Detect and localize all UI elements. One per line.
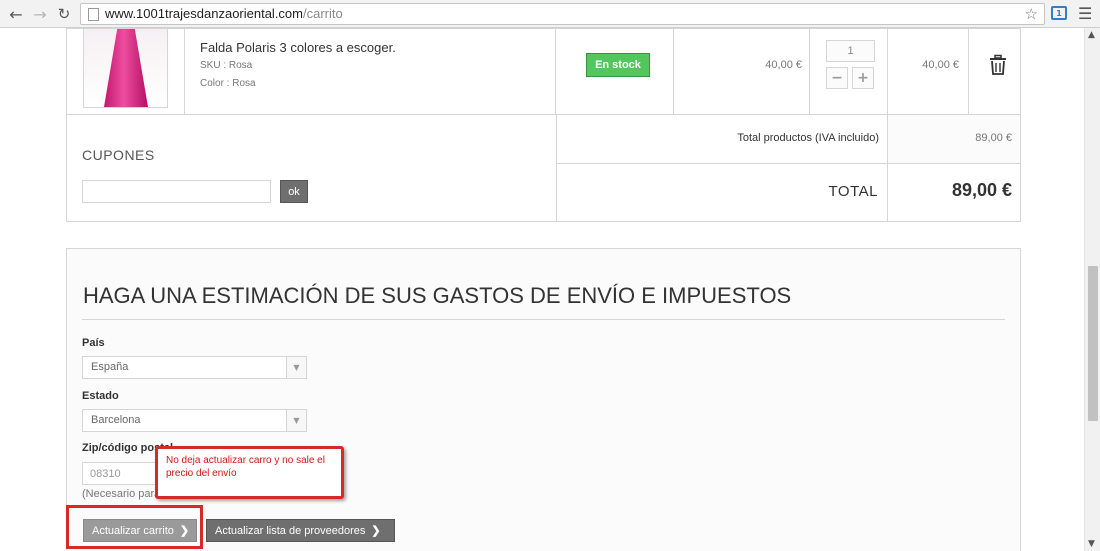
coupon-input[interactable] bbox=[82, 180, 271, 203]
page-icon bbox=[88, 8, 99, 21]
state-value: Barcelona bbox=[91, 414, 141, 426]
url-text[interactable]: www.1001trajesdanzaoriental.com/carrito bbox=[105, 6, 343, 21]
product-thumbnail[interactable] bbox=[83, 28, 168, 108]
coupon-ok-button[interactable]: ok bbox=[280, 180, 308, 203]
chevron-right-icon: ❯ bbox=[371, 525, 381, 537]
product-color: Color : Rosa bbox=[200, 78, 256, 89]
country-select[interactable]: España ▼ bbox=[82, 356, 307, 379]
stock-badge: En stock bbox=[586, 53, 650, 77]
chevron-right-icon: ❯ bbox=[179, 525, 190, 537]
scroll-down-icon[interactable]: ▼ bbox=[1088, 539, 1095, 549]
products-total-label: Total productos (IVA incluido) bbox=[737, 132, 879, 144]
unit-price: 40,00 € bbox=[765, 59, 802, 71]
zip-input[interactable] bbox=[82, 462, 162, 485]
total-label: TOTAL bbox=[828, 183, 878, 200]
star-icon[interactable]: ☆ bbox=[1025, 5, 1038, 23]
back-arrow-icon[interactable]: ← bbox=[6, 4, 26, 24]
scroll-up-icon[interactable]: ▲ bbox=[1088, 30, 1095, 40]
quantity-minus-button[interactable]: − bbox=[826, 67, 848, 89]
hamburger-menu-icon[interactable]: ☰ bbox=[1078, 4, 1092, 23]
annotation-callout: No deja actualizar carro y no sale el pr… bbox=[155, 446, 344, 499]
zip-note: (Necesario para bbox=[82, 488, 161, 500]
state-label: Estado bbox=[82, 390, 119, 402]
extension-badge: 1 bbox=[1056, 8, 1062, 18]
skirt-image bbox=[104, 29, 148, 107]
extension-icon[interactable]: 1 bbox=[1051, 6, 1067, 20]
shipping-estimate-title: HAGA UNA ESTIMACIÓN DE SUS GASTOS DE ENV… bbox=[83, 283, 792, 308]
reload-icon[interactable]: ↻ bbox=[54, 4, 74, 24]
update-providers-button[interactable]: Actualizar lista de proveedores ❯ bbox=[206, 519, 395, 542]
chevron-down-icon[interactable]: ▼ bbox=[286, 410, 306, 431]
trash-icon[interactable] bbox=[987, 54, 1009, 76]
coupon-cell bbox=[66, 114, 557, 222]
country-value: España bbox=[91, 361, 129, 373]
total-value: 89,00 € bbox=[951, 180, 1012, 200]
quantity-plus-button[interactable]: + bbox=[852, 67, 874, 89]
address-bar[interactable]: www.1001trajesdanzaoriental.com/carrito … bbox=[80, 3, 1045, 25]
update-cart-label: Actualizar carrito bbox=[92, 524, 174, 537]
product-name[interactable]: Falda Polaris 3 colores a escoger. bbox=[200, 40, 396, 55]
products-total-value: 89,00 € bbox=[975, 132, 1012, 144]
coupon-title: CUPONES bbox=[82, 147, 155, 163]
update-cart-button[interactable]: Actualizar carrito ❯ bbox=[83, 519, 197, 542]
state-select[interactable]: Barcelona ▼ bbox=[82, 409, 307, 432]
product-sku: SKU : Rosa bbox=[200, 60, 253, 71]
page-scrollbar[interactable]: ▲ ▼ bbox=[1084, 28, 1100, 551]
country-label: País bbox=[82, 337, 105, 349]
quantity-input[interactable]: 1 bbox=[826, 40, 875, 62]
line-total: 40,00 € bbox=[922, 59, 959, 71]
title-divider bbox=[82, 319, 1005, 320]
chevron-down-icon[interactable]: ▼ bbox=[286, 357, 306, 378]
update-providers-label: Actualizar lista de proveedores bbox=[215, 524, 366, 537]
url-path: /carrito bbox=[303, 6, 343, 21]
browser-toolbar: ← → ↻ www.1001trajesdanzaoriental.com/ca… bbox=[0, 0, 1100, 28]
line-total-cell bbox=[887, 28, 969, 115]
url-host: www.1001trajesdanzaoriental.com bbox=[105, 6, 303, 21]
scroll-thumb[interactable] bbox=[1088, 266, 1098, 421]
unit-price-cell bbox=[673, 28, 810, 115]
forward-arrow-icon[interactable]: → bbox=[30, 4, 50, 24]
